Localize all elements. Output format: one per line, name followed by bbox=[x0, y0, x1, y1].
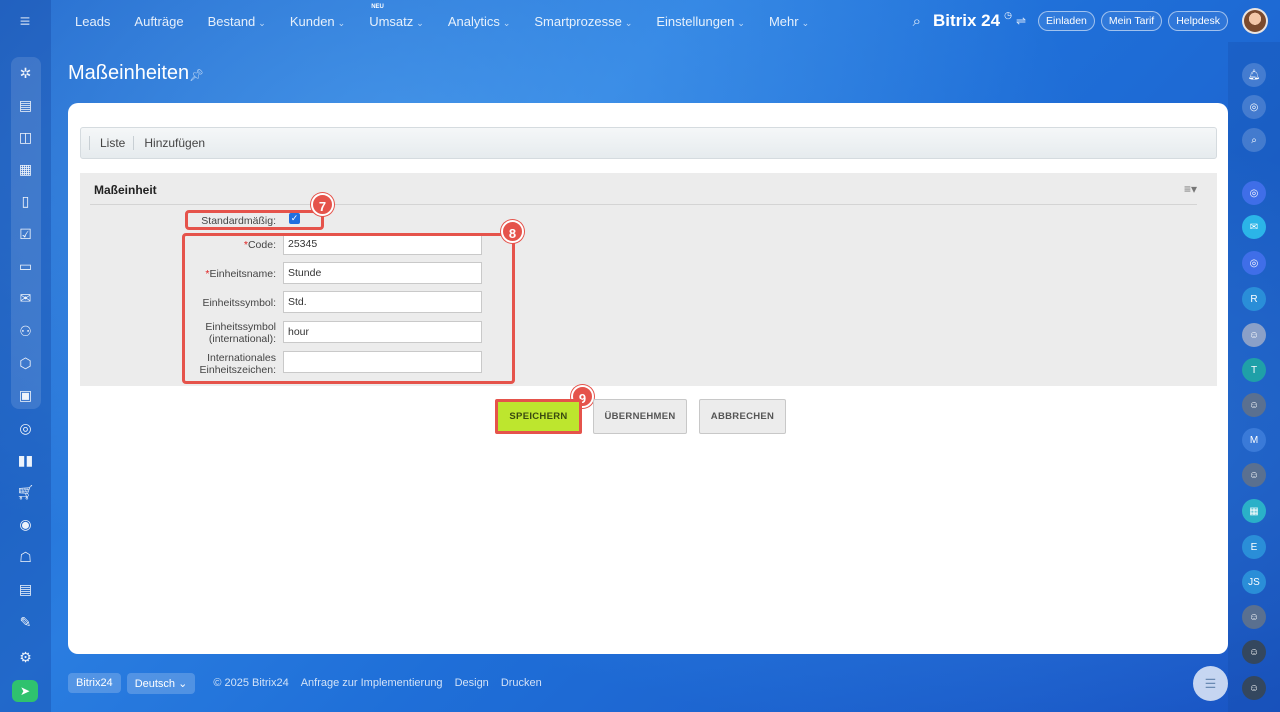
implementation-link[interactable]: Anfrage zur Implementierung bbox=[301, 677, 443, 689]
settings-icon[interactable]: ⚙ bbox=[0, 645, 51, 669]
tab-add[interactable]: Hinzufügen bbox=[144, 136, 205, 150]
tab-separator bbox=[89, 136, 90, 150]
news-icon[interactable]: ▤ bbox=[0, 93, 51, 117]
user-avatar[interactable] bbox=[1242, 8, 1268, 34]
helpdesk-button[interactable]: Helpdesk bbox=[1168, 11, 1228, 31]
design-link[interactable]: Design bbox=[455, 677, 489, 689]
nav-orders[interactable]: Aufträge bbox=[134, 14, 183, 29]
clock-icon: ◷ bbox=[1004, 9, 1012, 20]
tab-list[interactable]: Liste bbox=[100, 136, 125, 150]
document-icon[interactable]: ▯ bbox=[0, 189, 51, 213]
apply-button[interactable]: ÜBERNEHMEN bbox=[593, 399, 687, 434]
avatar[interactable]: R bbox=[1242, 287, 1266, 311]
main-card: Liste Hinzufügen Maßeinheit ≡▾ Standardm… bbox=[68, 103, 1228, 654]
nav-settings[interactable]: Einstellungen ⌄ bbox=[656, 14, 745, 29]
avatar[interactable]: ☺ bbox=[1242, 323, 1266, 347]
brand-button[interactable]: Bitrix24 bbox=[68, 673, 121, 693]
chevron-down-icon: ⌄ bbox=[801, 17, 810, 28]
top-right-toolbar: ⌕ Bitrix 24 ◷ ⇌ Einladen Mein Tarif Help… bbox=[913, 0, 1268, 42]
menu-icon[interactable]: ≡ bbox=[14, 12, 36, 30]
switch-icon[interactable]: ⇌ bbox=[1016, 14, 1026, 28]
search-chat-icon[interactable]: ⌕ bbox=[1242, 128, 1266, 152]
pin-icon[interactable]: 📌︎ bbox=[189, 68, 204, 82]
avatar[interactable]: JS bbox=[1242, 570, 1266, 594]
divider bbox=[90, 204, 1197, 205]
avatar[interactable]: T bbox=[1242, 358, 1266, 382]
mail-icon[interactable]: ✉ bbox=[0, 286, 51, 310]
nav-inventory[interactable]: Bestand ⌄ bbox=[208, 14, 266, 29]
right-sidebar: 🔔︎ ◎ ⌕ ◎ ✉ ◎ R ☺ T ☺ M ☺ ▦ E JS ☺ ☺ ☺ bbox=[1228, 42, 1280, 712]
avatar[interactable]: M bbox=[1242, 428, 1266, 452]
cancel-button[interactable]: ABBRECHEN bbox=[699, 399, 786, 434]
automation-icon[interactable]: ◉ bbox=[0, 512, 51, 536]
my-plan-button[interactable]: Mein Tarif bbox=[1100, 11, 1163, 31]
invite-button[interactable]: Einladen bbox=[1038, 11, 1095, 31]
analytics-icon[interactable]: ▮▮ bbox=[0, 448, 51, 472]
nav-sales[interactable]: NEU Umsatz ⌄ bbox=[369, 4, 424, 29]
avatar[interactable]: ▦ bbox=[1242, 499, 1266, 523]
chevron-down-icon: ⌄ bbox=[337, 17, 346, 28]
chevron-down-icon: ⌄ bbox=[258, 17, 266, 28]
avatar[interactable]: ☺ bbox=[1242, 463, 1266, 487]
robot-icon[interactable]: ☖ bbox=[0, 545, 51, 569]
marker-8: 8 bbox=[501, 220, 524, 243]
marker-7: 7 bbox=[311, 193, 334, 216]
rocket-icon[interactable]: ➤ bbox=[12, 680, 38, 702]
cart-icon[interactable]: 🛒︎ bbox=[0, 480, 51, 504]
chat-panel-icon[interactable]: ☰ bbox=[1193, 666, 1228, 701]
channel-icon[interactable]: ◎ bbox=[1242, 181, 1266, 205]
drive-icon[interactable]: ▭ bbox=[0, 254, 51, 278]
search-icon[interactable]: ⌕ bbox=[913, 13, 921, 30]
copyright-text: © 2025 Bitrix24 bbox=[213, 677, 289, 689]
footer: Bitrix24 Deutsch ⌄ © 2025 Bitrix24 Anfra… bbox=[68, 672, 542, 694]
target-icon[interactable]: ◎ bbox=[1242, 95, 1266, 119]
catalog-icon[interactable]: ▣ bbox=[0, 383, 51, 407]
store-icon[interactable]: ▤ bbox=[0, 577, 51, 601]
logo: Bitrix 24 bbox=[933, 11, 1001, 30]
highlight-box-7 bbox=[185, 210, 324, 230]
crm-icon[interactable]: ⬡ bbox=[0, 351, 51, 375]
avatar[interactable]: ☺ bbox=[1242, 605, 1266, 629]
nav-customers[interactable]: Kunden ⌄ bbox=[290, 14, 345, 29]
avatar[interactable]: ☺ bbox=[1242, 676, 1266, 700]
chevron-down-icon: ⌄ bbox=[416, 17, 424, 28]
highlight-box-8 bbox=[182, 233, 515, 384]
new-badge: NEU bbox=[371, 3, 384, 10]
chevron-down-icon: ⌄ bbox=[502, 17, 511, 28]
form-panel: Maßeinheit ≡▾ Standardmäßig: ✓ *Code: 25… bbox=[80, 173, 1217, 386]
form-heading: Maßeinheit bbox=[94, 183, 157, 197]
chat-icon[interactable]: ◫ bbox=[0, 125, 51, 149]
sign-icon[interactable]: ✎ bbox=[0, 610, 51, 634]
nav-analytics[interactable]: Analytics ⌄ bbox=[448, 14, 511, 29]
list-menu-icon[interactable]: ≡▾ bbox=[1184, 182, 1197, 196]
bell-icon[interactable]: 🔔︎ bbox=[1242, 63, 1266, 87]
nav-more[interactable]: Mehr ⌄ bbox=[769, 14, 809, 29]
nav-automation[interactable]: Smartprozesse ⌄ bbox=[534, 14, 632, 29]
contacts-icon[interactable]: ⚇ bbox=[0, 319, 51, 343]
language-select[interactable]: Deutsch ⌄ bbox=[126, 672, 196, 694]
activity-icon[interactable]: ✲ bbox=[0, 61, 51, 85]
tab-bar: Liste Hinzufügen bbox=[80, 127, 1217, 159]
target-icon[interactable]: ◎ bbox=[0, 416, 51, 440]
calendar-icon[interactable]: ▦ bbox=[0, 157, 51, 181]
task-icon[interactable]: ☑ bbox=[0, 222, 51, 246]
avatar[interactable]: E bbox=[1242, 535, 1266, 559]
avatar[interactable]: ☺ bbox=[1242, 393, 1266, 417]
copilot-icon[interactable]: ◎ bbox=[1242, 251, 1266, 275]
print-link[interactable]: Drucken bbox=[501, 677, 542, 689]
chevron-down-icon: ⌄ bbox=[737, 17, 745, 28]
left-sidebar: ≡ ✲ ▤ ◫ ▦ ▯ ☑ ▭ ✉ ⚇ ⬡ ▣ ◎ ▮▮ 🛒︎ ◉ ☖ ▤ ✎ … bbox=[0, 0, 51, 712]
save-button[interactable]: SPEICHERN bbox=[495, 399, 582, 434]
avatar[interactable]: ☺ bbox=[1242, 640, 1266, 664]
nav-leads[interactable]: Leads bbox=[75, 14, 110, 29]
chevron-down-icon: ⌄ bbox=[624, 17, 633, 28]
open-lines-icon[interactable]: ✉ bbox=[1242, 215, 1266, 239]
tab-separator bbox=[133, 136, 135, 150]
page-title: Maßeinheiten bbox=[68, 62, 190, 84]
